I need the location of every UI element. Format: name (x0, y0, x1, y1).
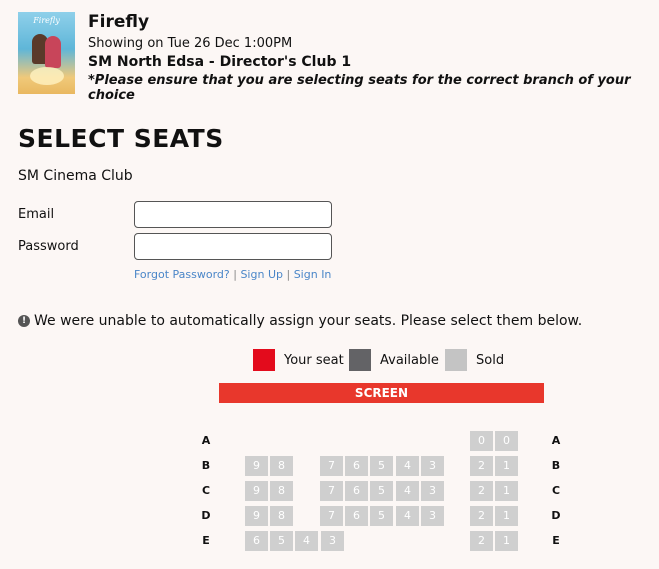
seat-d4[interactable]: 4 (396, 506, 419, 526)
seat-b5[interactable]: 5 (370, 456, 393, 476)
seat-c8[interactable]: 8 (270, 481, 293, 501)
seat-d9[interactable]: 9 (245, 506, 268, 526)
link-separator: | (233, 268, 237, 281)
row-label-b: B (201, 459, 211, 472)
link-separator: | (286, 268, 291, 281)
legend-available: Available (349, 349, 439, 371)
seat-b1[interactable]: 1 (495, 456, 518, 476)
seat-b2[interactable]: 2 (470, 456, 493, 476)
poster-figure (45, 36, 61, 68)
legend-your-seat: Your seat (253, 349, 344, 371)
row-label-b: B (551, 459, 561, 472)
branch-warning: *Please ensure that you are selecting se… (88, 73, 631, 103)
seat-b7[interactable]: 7 (320, 456, 343, 476)
account-links: Forgot Password? | Sign Up | Sign In (134, 268, 331, 281)
seat-c1[interactable]: 1 (495, 481, 518, 501)
seat-c6[interactable]: 6 (345, 481, 368, 501)
exclamation-circle-icon: ! (18, 315, 30, 327)
legend-sold: Sold (445, 349, 504, 371)
seat-d7[interactable]: 7 (320, 506, 343, 526)
seat-notice-text: We were unable to automatically assign y… (34, 313, 583, 329)
seat-e2[interactable]: 2 (470, 531, 493, 551)
row-label-a: A (201, 434, 211, 447)
seat-d5[interactable]: 5 (370, 506, 393, 526)
legend-label: Your seat (284, 352, 344, 368)
branch-name: SM North Edsa - Director's Club 1 (88, 54, 352, 70)
seat-b8[interactable]: 8 (270, 456, 293, 476)
legend-swatch (349, 349, 371, 371)
seat-c9[interactable]: 9 (245, 481, 268, 501)
row-label-c: C (201, 484, 211, 497)
seat-d6[interactable]: 6 (345, 506, 368, 526)
seat-e6[interactable]: 6 (245, 531, 268, 551)
seat-c5[interactable]: 5 (370, 481, 393, 501)
page-title: SELECT SEATS (18, 124, 224, 153)
seat-d2[interactable]: 2 (470, 506, 493, 526)
seat-c7[interactable]: 7 (320, 481, 343, 501)
row-label-d: D (551, 509, 561, 522)
seat-d1[interactable]: 1 (495, 506, 518, 526)
row-label-a: A (551, 434, 561, 447)
club-label: SM Cinema Club (18, 168, 133, 184)
seat-a0[interactable]: 0 (495, 431, 518, 451)
password-label: Password (18, 239, 79, 254)
email-label: Email (18, 207, 55, 222)
legend-swatch (445, 349, 467, 371)
seat-e4[interactable]: 4 (295, 531, 318, 551)
seat-b9[interactable]: 9 (245, 456, 268, 476)
seat-d3[interactable]: 3 (421, 506, 444, 526)
row-label-e: E (202, 534, 210, 547)
movie-poster: Firefly (18, 12, 75, 94)
screen-bar: SCREEN (219, 383, 544, 403)
poster-title: Firefly (33, 16, 60, 25)
seat-b6[interactable]: 6 (345, 456, 368, 476)
seat-d8[interactable]: 8 (270, 506, 293, 526)
seat-e1[interactable]: 1 (495, 531, 518, 551)
seat-a0[interactable]: 0 (470, 431, 493, 451)
email-field[interactable] (134, 201, 332, 228)
seat-e3[interactable]: 3 (321, 531, 344, 551)
movie-title: Firefly (88, 12, 150, 32)
seat-notice: ! We were unable to automatically assign… (18, 313, 582, 329)
seat-c4[interactable]: 4 (396, 481, 419, 501)
sign-up-link[interactable]: Sign Up (240, 268, 283, 281)
row-label-d: D (201, 509, 211, 522)
showtime-text: Showing on Tue 26 Dec 1:00PM (88, 36, 293, 51)
seat-c2[interactable]: 2 (470, 481, 493, 501)
row-label-c: C (551, 484, 561, 497)
seat-e5[interactable]: 5 (270, 531, 293, 551)
seat-b4[interactable]: 4 (396, 456, 419, 476)
seat-c3[interactable]: 3 (421, 481, 444, 501)
password-field[interactable] (134, 233, 332, 260)
legend-label: Sold (476, 352, 505, 368)
legend-label: Available (380, 352, 439, 368)
forgot-password-link[interactable]: Forgot Password? (134, 268, 230, 281)
seat-b3[interactable]: 3 (421, 456, 444, 476)
row-label-e: E (552, 534, 560, 547)
poster-glow (30, 67, 64, 85)
sign-in-link[interactable]: Sign In (294, 268, 332, 281)
legend-swatch (253, 349, 275, 371)
